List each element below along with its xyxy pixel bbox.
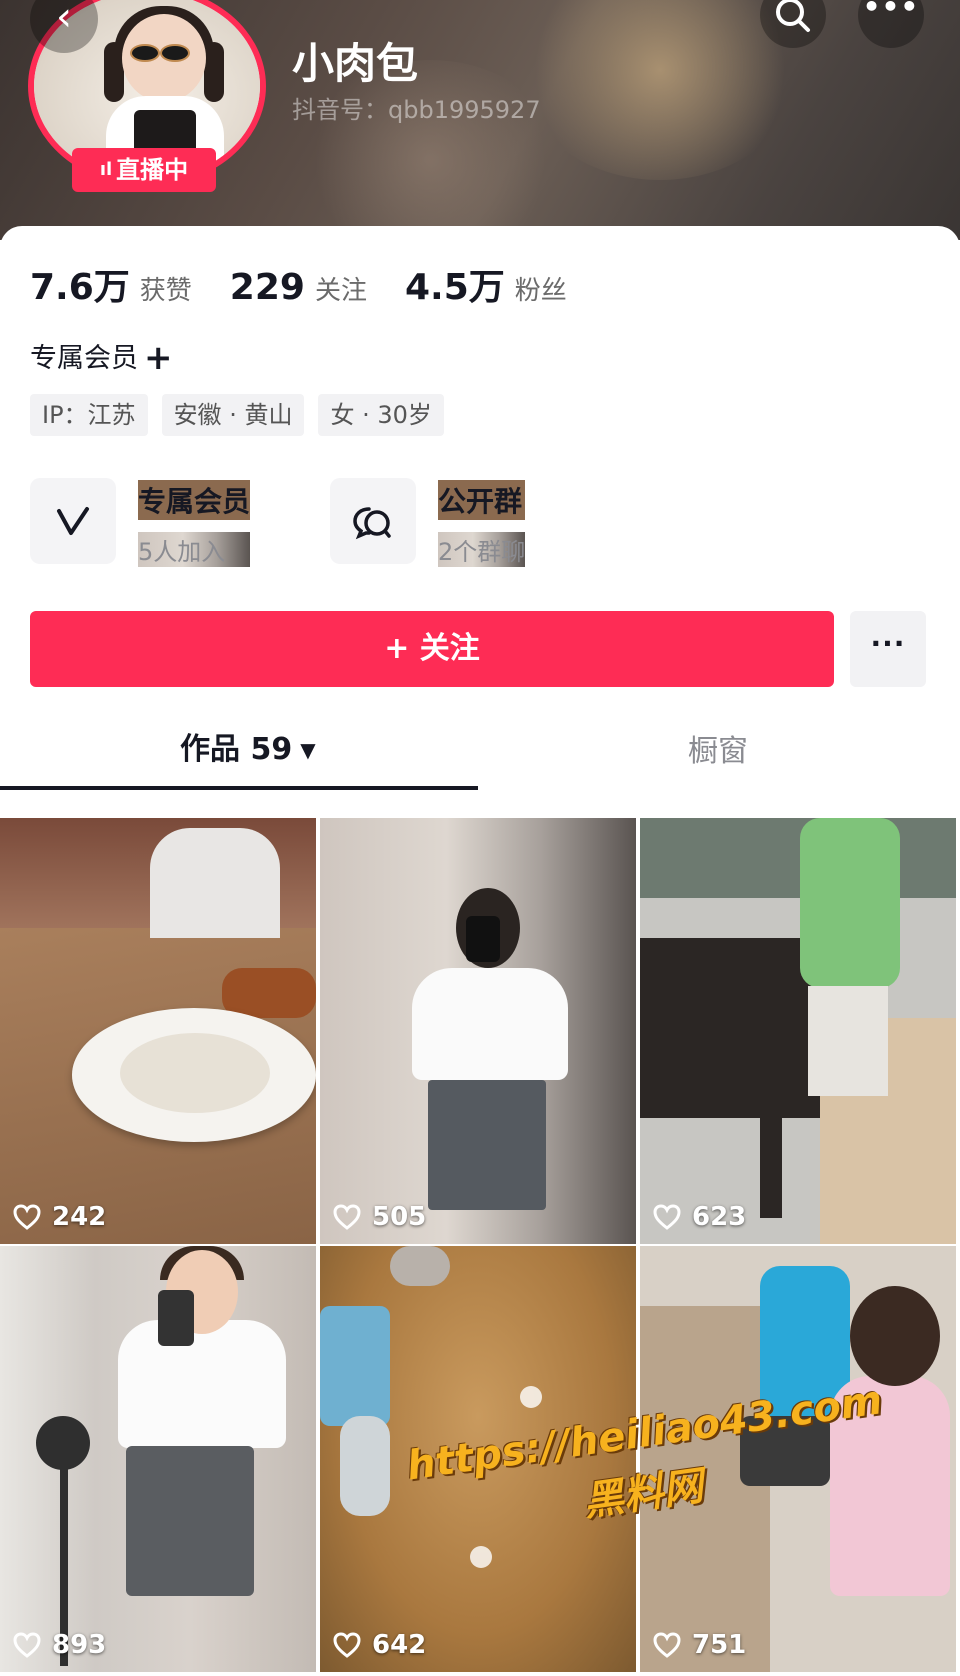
live-badge[interactable]: ıl 直播中 [72, 148, 216, 192]
douyin-id[interactable]: 抖音号：qbb1995927 [292, 90, 541, 125]
tag-location: 安徽 · 黄山 [161, 394, 305, 436]
heart-icon [333, 1204, 361, 1230]
membership-line[interactable]: 专属会员 + [30, 336, 173, 378]
video-grid: 242 505 623 893 642 751 [0, 818, 960, 1676]
live-bars-icon: ıl [99, 159, 113, 180]
like-count: 623 [652, 1202, 746, 1232]
stat-followers[interactable]: 4.5万 粉丝 [405, 258, 567, 310]
like-count: 751 [652, 1630, 746, 1660]
tag-ip: IP：江苏 [30, 394, 148, 436]
video-thumbnail[interactable]: 242 [0, 818, 316, 1244]
feature-membership[interactable]: 专属会员 5人加入 [30, 478, 251, 567]
ellipsis-icon: ••• [862, 0, 920, 23]
profile-header: ‹ ıl 直播中 小肉包 抖音号：qbb1995927 ••• [0, 0, 960, 240]
header-background-blur [520, 0, 800, 180]
heart-icon [333, 1632, 361, 1658]
v-member-icon [30, 478, 116, 564]
caret-down-icon: ▼ [300, 738, 316, 762]
heart-icon [653, 1632, 681, 1658]
like-count: 505 [332, 1202, 426, 1232]
nickname: 小肉包 [292, 39, 419, 88]
chevron-left-icon: ‹ [56, 0, 72, 40]
feature-public-group[interactable]: 公开群 2个群聊 [330, 478, 526, 567]
video-thumbnail[interactable]: 893 [0, 1246, 316, 1672]
chat-group-icon [330, 478, 416, 564]
like-count: 642 [332, 1630, 426, 1660]
video-thumbnail[interactable]: 505 [320, 818, 636, 1244]
tab-shop[interactable]: 橱窗 [688, 726, 748, 770]
profile-tags: IP：江苏 安徽 · 黄山 女 · 30岁 [30, 394, 458, 436]
like-count: 242 [12, 1202, 106, 1232]
search-button[interactable] [760, 0, 826, 48]
video-thumbnail[interactable]: 623 [640, 818, 956, 1244]
heart-icon [653, 1204, 681, 1230]
tag-gender-age: 女 · 30岁 [318, 394, 444, 436]
content-tabs: 作品 59 ▼ 橱窗 [0, 702, 960, 792]
plus-icon: + [144, 338, 173, 378]
heart-icon [13, 1632, 41, 1658]
tab-works[interactable]: 作品 59 ▼ [180, 724, 316, 768]
heart-icon [13, 1204, 41, 1230]
stats-row: 7.6万 获赞 229 关注 4.5万 粉丝 [30, 258, 605, 310]
search-icon [776, 0, 810, 32]
stat-following[interactable]: 229 关注 [230, 267, 367, 308]
follow-button[interactable]: + 关注 [30, 611, 834, 687]
like-count: 893 [12, 1630, 106, 1660]
stat-likes[interactable]: 7.6万 获赞 [30, 258, 192, 310]
more-options-button[interactable]: ••• [858, 0, 924, 48]
tab-active-indicator [0, 786, 478, 790]
ellipsis-icon: ··· [870, 627, 906, 660]
follow-more-button[interactable]: ··· [850, 611, 926, 687]
